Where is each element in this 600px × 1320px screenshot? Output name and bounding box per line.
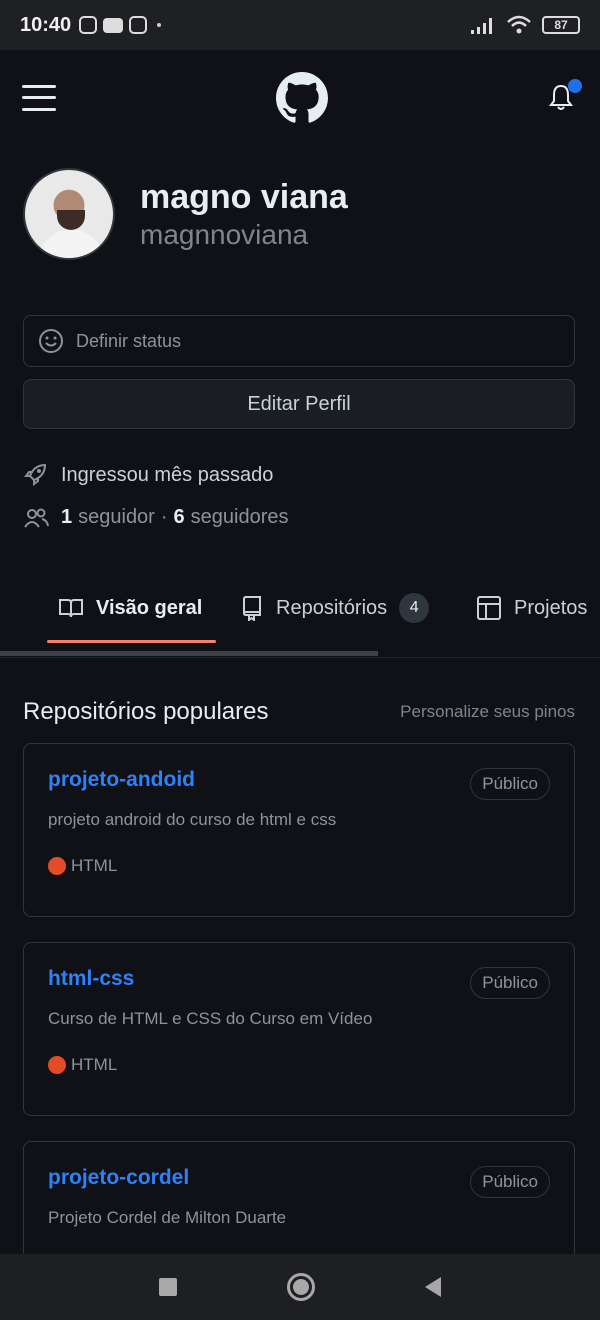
hamburger-icon[interactable] xyxy=(22,84,56,111)
language-name: HTML xyxy=(71,1055,118,1074)
notification-icons xyxy=(79,16,148,34)
followers-count: 1 xyxy=(61,506,73,528)
repo-language: HTML xyxy=(48,856,550,876)
tab-repositories-label: Repositórios xyxy=(276,596,388,619)
edit-profile-button[interactable]: Editar Perfil xyxy=(23,379,575,429)
pocket-icon xyxy=(129,16,148,34)
repo-description: Projeto Cordel de Milton Duarte xyxy=(48,1208,287,1227)
wifi-icon xyxy=(507,15,531,34)
joined-info: Ingressou mês passado xyxy=(23,462,273,488)
tab-overview-label: Visão geral xyxy=(96,596,203,619)
language-color-dot xyxy=(48,1056,66,1074)
followers-info[interactable]: 1 seguidor · 6 seguidores xyxy=(23,506,288,529)
instagram-icon xyxy=(79,16,98,34)
github-logo-icon[interactable] xyxy=(276,71,328,124)
repo-icon xyxy=(243,596,261,621)
rocket-icon xyxy=(24,463,47,486)
profile-header: magno viana magnnoviana xyxy=(23,168,348,260)
popular-repos-header: Repositórios populares Personalize seus … xyxy=(23,698,575,726)
joined-text: Ingressou mês passado xyxy=(61,463,274,486)
language-name: HTML xyxy=(71,856,118,875)
followers-label: seguidor xyxy=(78,506,155,528)
set-status-button[interactable]: Definir status xyxy=(23,315,575,367)
active-tab-indicator xyxy=(47,640,216,643)
recents-button[interactable] xyxy=(159,1278,177,1296)
following-label: seguidores xyxy=(190,506,289,528)
repo-language: HTML xyxy=(48,1055,550,1075)
tab-repositories[interactable]: Repositórios 4 xyxy=(242,580,430,636)
profile-names: magno viana magnnoviana xyxy=(140,177,348,252)
tab-overview[interactable]: Visão geral xyxy=(58,580,202,636)
more-notifications-dot xyxy=(157,23,162,27)
battery-icon: 87 xyxy=(542,16,580,34)
customize-pins-link[interactable]: Personalize seus pinos xyxy=(400,702,575,722)
language-color-dot xyxy=(48,857,66,875)
repo-description: Curso de HTML e CSS do Curso em Vídeo xyxy=(48,1009,373,1028)
avatar[interactable] xyxy=(23,168,115,260)
profile-full-name: magno viana xyxy=(140,177,348,216)
separator: · xyxy=(160,506,168,528)
notifications-button[interactable] xyxy=(548,78,582,113)
tab-projects-label: Projetos xyxy=(514,596,588,619)
tabs-scrollbar[interactable] xyxy=(0,651,378,656)
set-status-label: Definir status xyxy=(76,330,182,351)
repo-card[interactable]: projeto-andoid Público projeto android d… xyxy=(23,743,575,917)
home-button[interactable] xyxy=(287,1273,315,1301)
signal-icon xyxy=(471,18,492,34)
visibility-badge: Público xyxy=(470,1166,550,1198)
system-icons: 87 xyxy=(470,15,580,35)
status-time: 10:40 xyxy=(20,13,72,36)
popular-repos-title: Repositórios populares xyxy=(23,698,269,725)
profile-tabs: Visão geral Repositórios 4 Projetos xyxy=(0,580,600,658)
notification-indicator xyxy=(568,78,582,93)
system-navigation-bar xyxy=(0,1254,600,1320)
back-button[interactable] xyxy=(425,1277,441,1297)
status-bar: 10:40 87 xyxy=(0,0,600,50)
visibility-badge: Público xyxy=(470,768,550,800)
smiley-icon xyxy=(39,329,63,353)
repositories-counter: 4 xyxy=(399,593,430,623)
repo-description: projeto android do curso de html e css xyxy=(48,810,337,829)
following-count: 6 xyxy=(173,506,185,528)
profile-login: magnnoviana xyxy=(140,219,309,251)
people-icon xyxy=(24,508,49,528)
book-icon xyxy=(59,599,83,618)
visibility-badge: Público xyxy=(470,967,550,999)
repo-card[interactable]: html-css Público Curso de HTML e CSS do … xyxy=(23,942,575,1116)
tab-projects[interactable]: Projetos xyxy=(476,580,587,636)
app-header xyxy=(0,50,600,145)
table-icon xyxy=(477,596,501,620)
youtube-icon xyxy=(103,17,124,33)
